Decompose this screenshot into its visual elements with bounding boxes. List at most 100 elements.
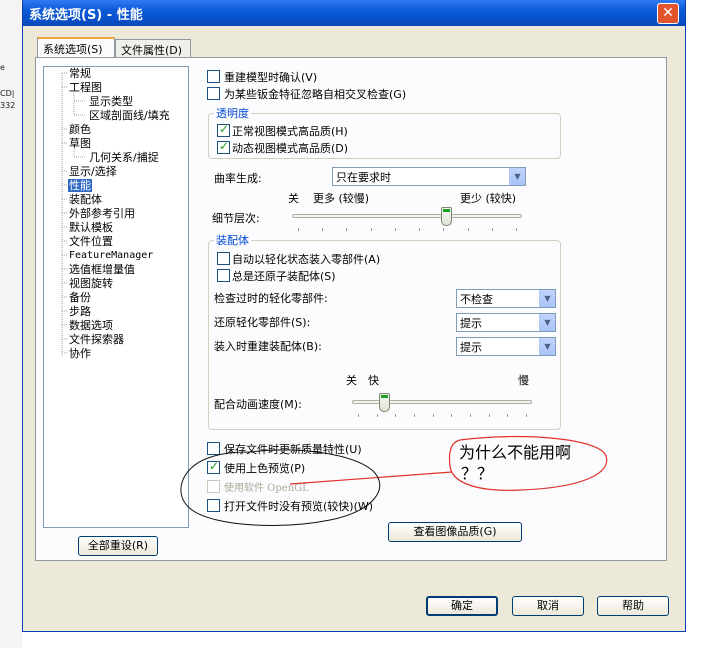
tick-mark	[377, 414, 378, 417]
tree-item-performance[interactable]: 性能	[68, 179, 92, 192]
chevron-down-icon[interactable]: ▼	[539, 314, 555, 331]
label-rebuild-on-load: 装入时重建装配体(B):	[214, 340, 322, 353]
tree-item-spin-box-increments[interactable]: 选值框增量值	[69, 263, 135, 276]
label-level-of-detail: 细节层次:	[212, 212, 260, 225]
label-use-shaded-preview: 使用上色预览(P)	[224, 462, 306, 475]
tick-mark	[419, 228, 420, 231]
tab-system-options[interactable]: 系统选项(S)	[37, 37, 115, 58]
tree-item-assemblies[interactable]: 装配体	[69, 193, 102, 206]
tick-mark	[358, 414, 359, 417]
checkbox-always-resolve-subassemblies[interactable]	[217, 269, 230, 282]
tree-item-file-explorer[interactable]: 文件探索器	[69, 333, 124, 346]
tree-item-collaboration[interactable]: 协作	[69, 347, 91, 360]
tree-item-area-hatch[interactable]: 区域剖面线/填充	[89, 109, 170, 122]
resolve-lightweight-select[interactable]: 提示 ▼	[456, 313, 556, 332]
window-title: 系统选项(S) - 性能	[29, 8, 143, 23]
rebuild-on-load-select[interactable]: 提示 ▼	[456, 337, 556, 356]
level-of-detail-slider[interactable]	[441, 207, 452, 226]
cancel-button[interactable]: 取消	[512, 596, 584, 616]
tree-item-backups[interactable]: 备份	[69, 291, 91, 304]
tab-system-options-label: 系统选项(S)	[43, 43, 103, 56]
annotation-note: 为什么不能用啊 ？？	[459, 442, 571, 484]
checkbox-confirm-rebuild[interactable]	[207, 70, 220, 83]
label-mate-animation-speed: 配合动画速度(M):	[214, 398, 302, 411]
tree-item-routing[interactable]: 步路	[69, 305, 91, 318]
check-outdated-lightweight-value: 不检查	[460, 293, 493, 306]
label-update-mass-properties: 保存文件时更新质量特性(U)	[224, 443, 362, 456]
chevron-down-icon[interactable]: ▼	[539, 338, 555, 355]
tree-item-display-type[interactable]: 显示类型	[89, 95, 133, 108]
mate-animation-speed-ticks	[358, 414, 527, 417]
tick-mark	[492, 228, 493, 231]
tick-mark	[451, 414, 452, 417]
checkbox-no-preview-on-open[interactable]	[207, 499, 220, 512]
system-options-dialog: 系统选项(S) - 性能 ✕ 系统选项(S) 文件属性(D) 常规 工程图 显示…	[22, 0, 686, 632]
tick-mark	[470, 414, 471, 417]
checkbox-normal-view-high-quality[interactable]	[217, 122, 230, 137]
anim-slow-label: 慢	[518, 374, 529, 387]
detail-less-label: 更少 (较快)	[460, 192, 517, 205]
view-image-quality-button[interactable]: 查看图像品质(G)	[388, 522, 522, 542]
chevron-down-icon[interactable]: ▼	[539, 290, 555, 307]
check-outdated-lightweight-select[interactable]: 不检查 ▼	[456, 289, 556, 308]
tick-mark	[322, 228, 323, 231]
label-normal-view-high-quality: 正常视图模式高品质(H)	[232, 125, 348, 138]
anim-off-label: 关	[346, 374, 357, 387]
label-confirm-rebuild: 重建模型时确认(V)	[224, 71, 318, 84]
tick-mark	[526, 414, 527, 417]
tick-mark	[489, 414, 490, 417]
tree-item-sketch[interactable]: 草图	[69, 137, 91, 150]
level-of-detail-ticks	[298, 228, 517, 231]
tick-mark	[443, 228, 444, 231]
tree-item-drawings[interactable]: 工程图	[69, 81, 102, 94]
tick-mark	[298, 228, 299, 231]
label-no-preview-on-open: 打开文件时没有预览(较快)(W)	[224, 500, 374, 513]
checkbox-use-shaded-preview[interactable]	[207, 459, 220, 474]
title-bar[interactable]: 系统选项(S) - 性能 ✕	[23, 0, 685, 26]
checkbox-dynamic-view-high-quality[interactable]	[217, 139, 230, 154]
close-icon: ✕	[662, 5, 674, 21]
options-tree[interactable]: 常规 工程图 显示类型 区域剖面线/填充 颜色 草图 几何关系/捕捉 显示/选择…	[43, 66, 189, 528]
tree-item-general[interactable]: 常规	[69, 67, 91, 80]
anim-fast-label: 快	[368, 374, 379, 387]
checkbox-use-software-opengl	[207, 480, 220, 493]
chevron-down-icon[interactable]: ▼	[509, 168, 525, 185]
label-resolve-lightweight: 还原轻化零部件(S):	[214, 316, 311, 329]
tree-item-relations-snaps[interactable]: 几何关系/捕捉	[89, 151, 159, 164]
tick-mark	[468, 228, 469, 231]
close-button[interactable]: ✕	[657, 3, 679, 24]
tick-mark	[346, 228, 347, 231]
label-check-outdated-lightweight: 检查过时的轻化零部件:	[214, 292, 328, 305]
tree-item-external-references[interactable]: 外部参考引用	[69, 207, 135, 220]
tree-item-colors[interactable]: 颜色	[69, 123, 91, 136]
tab-panel: 常规 工程图 显示类型 区域剖面线/填充 颜色 草图 几何关系/捕捉 显示/选择…	[35, 57, 667, 561]
tick-mark	[395, 414, 396, 417]
label-use-software-opengl: 使用软件 OpenGL	[224, 483, 309, 494]
tick-mark	[371, 228, 372, 231]
reset-all-button[interactable]: 全部重设(R)	[78, 536, 158, 556]
assemblies-group-title: 装配体	[214, 232, 251, 248]
tick-mark	[433, 414, 434, 417]
help-button[interactable]: 帮助	[597, 596, 669, 616]
tree-item-display-selection[interactable]: 显示/选择	[69, 165, 117, 178]
mate-animation-speed-slider[interactable]	[379, 393, 390, 412]
tree-item-featuremanager[interactable]: FeatureManager	[69, 249, 153, 262]
checkbox-ignore-self-intersection[interactable]	[207, 87, 220, 100]
tree-item-view-rotation[interactable]: 视图旋转	[69, 277, 113, 290]
label-always-resolve-subassemblies: 总是还原子装配体(S)	[232, 270, 336, 283]
annotation-line-2: ？？	[461, 464, 494, 483]
curvature-generation-select[interactable]: 只在要求时 ▼	[332, 167, 526, 186]
tab-document-properties[interactable]: 文件属性(D)	[115, 39, 191, 58]
tree-item-default-templates[interactable]: 默认模板	[69, 221, 113, 234]
label-ignore-self-intersection: 为某些钣金特征忽略自相交叉检查(G)	[224, 88, 407, 101]
level-of-detail-track[interactable]	[292, 214, 522, 218]
checkbox-load-lightweight[interactable]	[217, 252, 230, 265]
label-load-lightweight: 自动以轻化状态装入零部件(A)	[232, 253, 381, 266]
ok-button[interactable]: 确定	[426, 596, 498, 616]
checkbox-update-mass-properties[interactable]	[207, 442, 220, 455]
detail-off-label: 关	[288, 192, 299, 205]
tree-item-file-locations[interactable]: 文件位置	[69, 235, 113, 248]
tick-mark	[395, 228, 396, 231]
tree-item-data-options[interactable]: 数据选项	[69, 319, 113, 332]
annotation-line-1: 为什么不能用啊	[459, 443, 572, 462]
